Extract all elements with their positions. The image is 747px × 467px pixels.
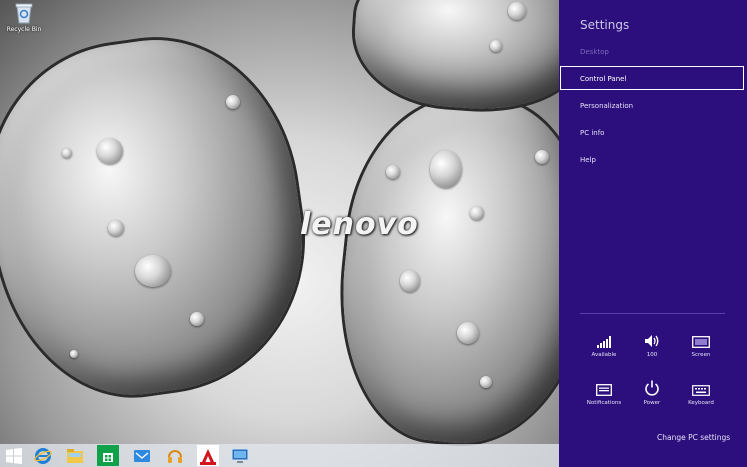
water-drop: [400, 270, 420, 292]
mail-icon[interactable]: [131, 445, 153, 466]
volume-tile-label: 100: [646, 352, 658, 358]
keyboard-tile[interactable]: Keyboard: [680, 376, 722, 406]
settings-item-control-panel[interactable]: Control Panel: [560, 66, 744, 90]
power-icon: [631, 376, 673, 396]
recycle-bin-icon: [14, 2, 34, 24]
desktop-wallpaper: lenovo Recycle Bin: [0, 0, 559, 467]
power-tile-label: Power: [643, 400, 661, 406]
water-drop: [535, 150, 549, 164]
notifications-tile-label: Notifications: [586, 400, 622, 406]
file-explorer-icon[interactable]: [64, 445, 86, 466]
network-tile[interactable]: Available: [583, 328, 625, 358]
water-drop: [508, 2, 526, 20]
settings-divider: [580, 313, 725, 314]
water-drop: [70, 350, 78, 358]
water-drop: [190, 312, 204, 326]
settings-title: Settings: [580, 18, 630, 32]
lenovo-logo: lenovo: [300, 207, 419, 242]
water-drop: [135, 255, 171, 287]
volume-icon: [631, 328, 673, 348]
screen-tile[interactable]: Screen: [680, 328, 722, 358]
change-pc-settings-link[interactable]: Change PC settings: [657, 433, 730, 442]
wallpaper-stone: [0, 22, 322, 412]
remote-desktop-icon[interactable]: [229, 445, 251, 466]
wallpaper-stone: [327, 86, 559, 455]
settings-charm-panel: Settings Desktop Control Panel Personali…: [559, 0, 747, 467]
internet-explorer-icon[interactable]: [32, 445, 54, 466]
wallpaper-stone: [350, 0, 559, 116]
network-tile-label: Available: [591, 352, 617, 358]
settings-item-desktop: Desktop: [580, 48, 609, 56]
screen-icon: [680, 328, 722, 348]
settings-item-personalization[interactable]: Personalization: [560, 94, 744, 118]
notifications-tile[interactable]: Notifications: [583, 376, 625, 406]
water-drop: [97, 138, 123, 164]
water-drop: [430, 150, 462, 188]
recycle-bin-shortcut[interactable]: Recycle Bin: [4, 2, 44, 33]
adobe-icon[interactable]: [197, 445, 219, 466]
water-drop: [108, 220, 124, 236]
power-tile[interactable]: Power: [631, 376, 673, 406]
media-icon[interactable]: [164, 445, 186, 466]
water-drop: [62, 148, 72, 158]
volume-tile[interactable]: 100: [631, 328, 673, 358]
network-signal-icon: [583, 328, 625, 348]
keyboard-icon: [680, 376, 722, 396]
water-drop: [386, 165, 400, 179]
water-drop: [226, 95, 240, 109]
taskbar: [0, 444, 559, 467]
water-drop: [480, 376, 492, 388]
settings-item-help[interactable]: Help: [560, 148, 744, 172]
settings-item-pc-info[interactable]: PC info: [560, 121, 744, 145]
water-drop: [470, 206, 484, 220]
recycle-bin-label: Recycle Bin: [6, 26, 42, 33]
water-drop: [490, 40, 502, 52]
water-drop: [457, 322, 479, 344]
notifications-icon: [583, 376, 625, 396]
keyboard-tile-label: Keyboard: [688, 400, 714, 406]
store-icon[interactable]: [97, 445, 119, 466]
start-icon[interactable]: [3, 445, 25, 466]
screen-tile-label: Screen: [691, 352, 711, 358]
